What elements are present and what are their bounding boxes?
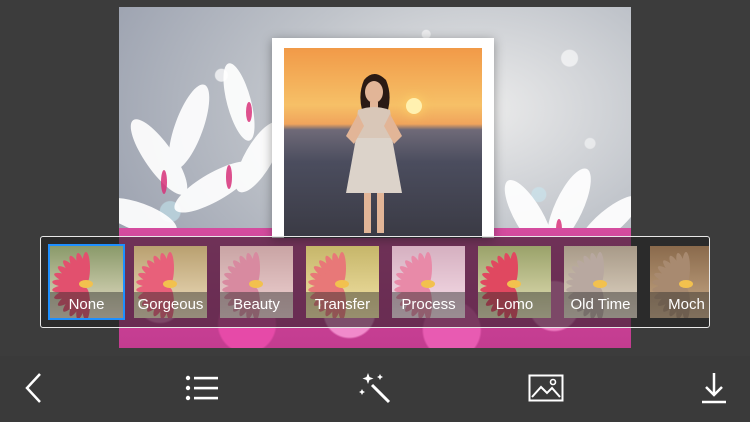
back-button[interactable] (14, 370, 54, 406)
user-photo[interactable] (284, 48, 482, 238)
photo-frame[interactable] (272, 38, 494, 238)
save-button[interactable] (694, 370, 734, 406)
frames-list-button[interactable] (182, 370, 222, 406)
filter-thumb[interactable]: Old Time (564, 246, 637, 318)
bottom-toolbar (0, 356, 750, 422)
filter-label: Moch (650, 292, 709, 318)
filter-thumb[interactable]: None (48, 244, 125, 320)
filter-label: Transfer (306, 292, 379, 318)
filter-label: Lomo (478, 292, 551, 318)
filter-label: Old Time (564, 292, 637, 318)
person-figure (346, 74, 402, 233)
image-icon (528, 374, 564, 402)
filter-label: Gorgeous (134, 292, 207, 318)
magic-wand-icon (359, 373, 391, 404)
filter-thumb[interactable]: Transfer (306, 246, 379, 318)
chevron-left-icon (25, 373, 41, 403)
filter-thumb[interactable]: Moch (650, 246, 709, 318)
effects-button[interactable] (355, 370, 395, 406)
download-icon (702, 373, 726, 404)
filter-thumb[interactable]: Process (392, 246, 465, 318)
list-icon (185, 375, 218, 401)
filter-thumb[interactable]: Lomo (478, 246, 551, 318)
filter-thumb[interactable]: Gorgeous (134, 246, 207, 318)
gallery-button[interactable] (526, 370, 566, 406)
filter-thumb[interactable]: Beauty (220, 246, 293, 318)
filter-strip[interactable]: None Gorgeous Beauty Transfer Process Lomo Old… (40, 236, 710, 328)
filter-label: None (50, 292, 123, 318)
filter-label: Process (392, 292, 465, 318)
filter-label: Beauty (220, 292, 293, 318)
